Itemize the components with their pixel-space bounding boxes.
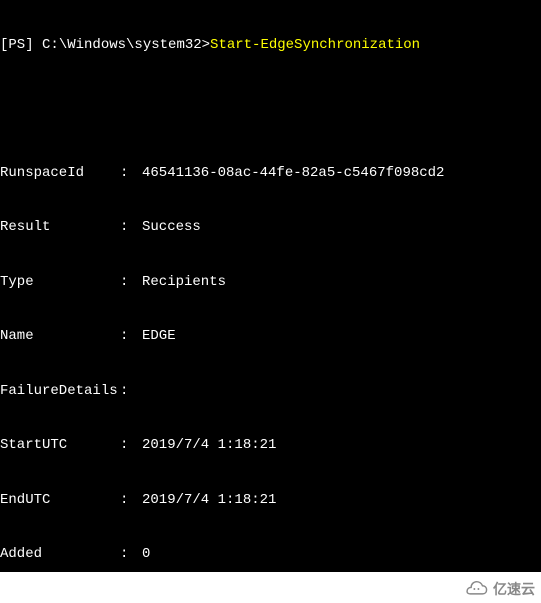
field-value: 46541136-08ac-44fe-82a5-c5467f098cd2 xyxy=(142,164,444,182)
field-label: FailureDetails xyxy=(0,382,120,400)
output-block-1: RunspaceId: 46541136-08ac-44fe-82a5-c546… xyxy=(0,127,541,572)
field-label: Name xyxy=(0,327,120,345)
output-row: EndUTC: 2019/7/4 1:18:21 xyxy=(0,491,541,509)
field-colon: : xyxy=(120,436,142,454)
field-value: Recipients xyxy=(142,273,226,291)
prompt-ps-tag: [PS] xyxy=(0,36,42,54)
field-colon: : xyxy=(120,164,142,182)
cloud-icon xyxy=(463,580,489,598)
output-row: Added: 0 xyxy=(0,545,541,563)
field-label: Type xyxy=(0,273,120,291)
field-label: Result xyxy=(0,218,120,236)
watermark-text: 亿速云 xyxy=(493,579,535,599)
field-value: 0 xyxy=(142,545,150,563)
field-colon: : xyxy=(120,545,142,563)
output-row: Result: Success xyxy=(0,218,541,236)
output-row: RunspaceId: 46541136-08ac-44fe-82a5-c546… xyxy=(0,164,541,182)
field-label: RunspaceId xyxy=(0,164,120,182)
field-colon: : xyxy=(120,382,142,400)
output-row: Type: Recipients xyxy=(0,273,541,291)
prompt-line-1: [PS] C:\Windows\system32>Start-EdgeSynch… xyxy=(0,36,541,54)
powershell-terminal[interactable]: [PS] C:\Windows\system32>Start-EdgeSynch… xyxy=(0,0,541,572)
command-text: Start-EdgeSynchronization xyxy=(210,36,420,54)
field-label: Added xyxy=(0,545,120,563)
field-colon: : xyxy=(120,491,142,509)
prompt-path: C:\Windows\system32> xyxy=(42,36,210,54)
field-colon: : xyxy=(120,327,142,345)
field-value: EDGE xyxy=(142,327,176,345)
output-row: Name: EDGE xyxy=(0,327,541,345)
field-value: 2019/7/4 1:18:21 xyxy=(142,436,276,454)
field-value: 2019/7/4 1:18:21 xyxy=(142,491,276,509)
output-row: StartUTC: 2019/7/4 1:18:21 xyxy=(0,436,541,454)
field-value: Success xyxy=(142,218,201,236)
watermark: 亿速云 xyxy=(463,579,535,599)
output-row: FailureDetails: xyxy=(0,382,541,400)
field-colon: : xyxy=(120,218,142,236)
field-label: StartUTC xyxy=(0,436,120,454)
field-colon: : xyxy=(120,273,142,291)
field-label: EndUTC xyxy=(0,491,120,509)
